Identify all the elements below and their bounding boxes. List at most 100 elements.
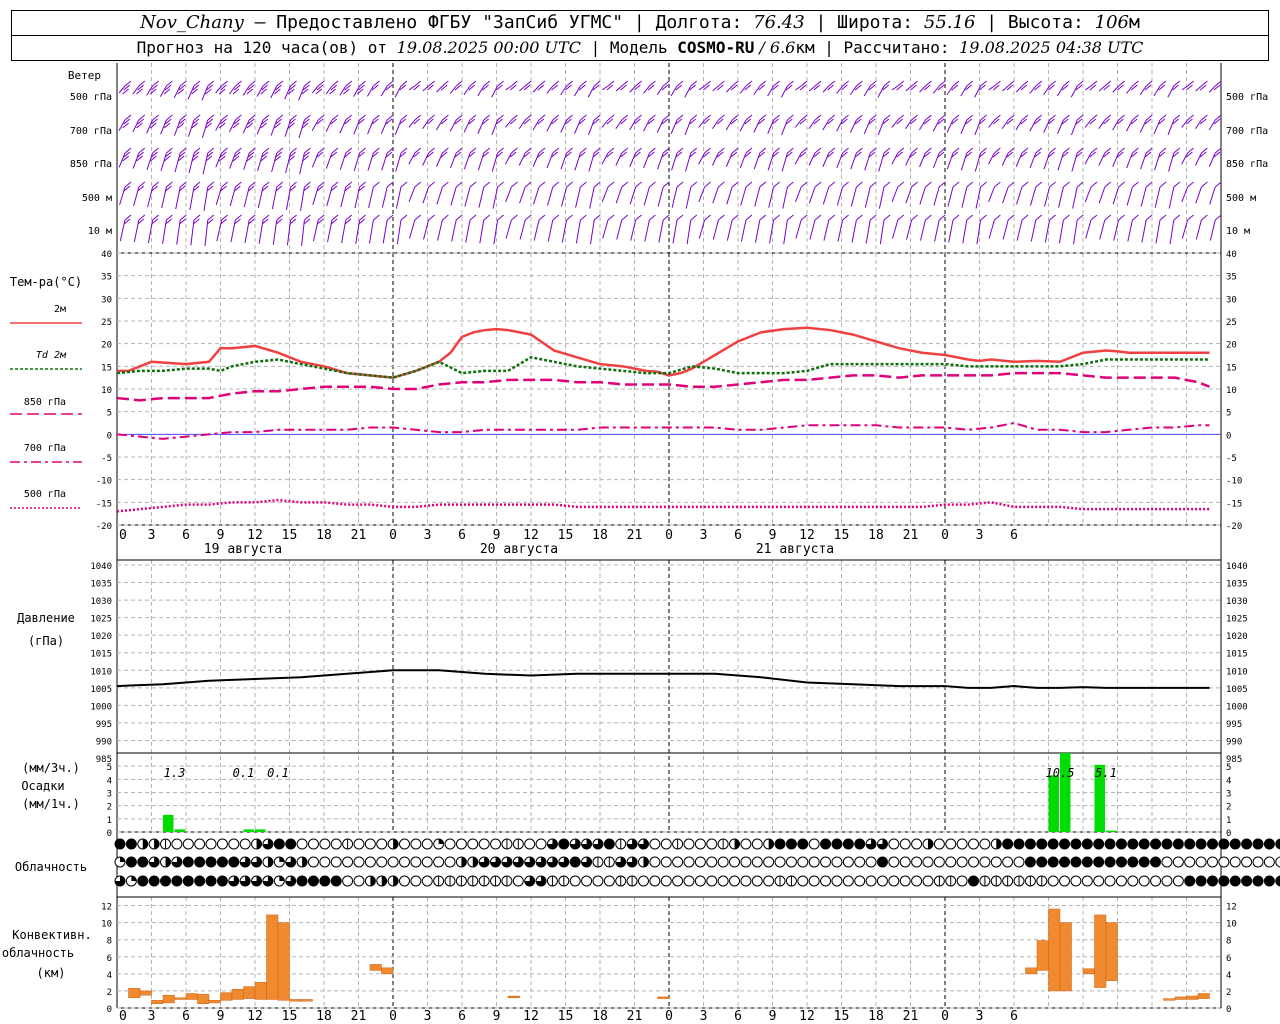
wind-barb-feather — [1201, 147, 1208, 154]
wind-barb — [808, 80, 822, 92]
wind-barb-feather — [1214, 80, 1222, 87]
cloud-title: Облачность — [15, 860, 87, 874]
cloud-symbol-ring — [1115, 875, 1127, 887]
wind-barb-staff — [946, 119, 954, 133]
cloud-symbol-ring — [990, 856, 1002, 868]
wind-barb-feather — [1118, 114, 1125, 121]
wind-barb — [783, 214, 794, 245]
wind-barb-staff — [1015, 152, 1023, 167]
precip-ytick-right: 2 — [1226, 803, 1231, 813]
cloud-symbol — [740, 856, 752, 868]
wind-barb-staff — [754, 219, 761, 243]
cloud-symbol-ring — [694, 838, 706, 850]
cloud-symbol-ring — [296, 838, 308, 850]
cloud-symbol — [319, 838, 331, 850]
cloud-symbol-full — [1264, 839, 1275, 849]
cloud-symbol — [1115, 838, 1127, 850]
cloud-symbol — [353, 875, 365, 887]
wind-barb-feather — [1007, 80, 1015, 87]
cloud-symbol — [1070, 856, 1082, 868]
wind-barb — [382, 214, 394, 244]
wind-barb — [505, 214, 518, 239]
cloud-symbol-ring — [216, 838, 228, 850]
pres-ytick-right: 1000 — [1226, 702, 1248, 712]
wind-barb-feather — [566, 80, 573, 87]
wind-barb-staff — [753, 119, 761, 133]
cloud-symbol — [956, 838, 968, 850]
cloud-symbol — [273, 856, 285, 868]
wind-barb — [477, 80, 491, 97]
temp-series-3 — [116, 421, 1210, 440]
cloud-symbol-ring — [740, 838, 752, 850]
wind-barb-staff — [367, 152, 374, 171]
cloud-symbol — [1206, 856, 1218, 868]
wind-barb — [932, 147, 946, 169]
wind-barb-staff — [601, 186, 609, 203]
wind-barb-feather — [911, 147, 918, 154]
wind-barb-feather — [1118, 80, 1125, 87]
conv-x-tick-label: 0 — [389, 1009, 397, 1024]
wind-barb-staff — [367, 119, 374, 135]
wind-barb — [1029, 114, 1043, 132]
wind-barb — [780, 80, 794, 98]
wind-barb — [1154, 147, 1167, 171]
cloud-symbol — [615, 838, 627, 850]
cloud-symbol — [865, 838, 877, 850]
wind-barb-feather — [235, 80, 242, 87]
wind-barb — [644, 214, 656, 242]
wind-barb-feather — [580, 114, 587, 121]
wind-barb — [629, 181, 642, 205]
wind-barb — [300, 181, 311, 211]
wind-barb-staff — [449, 152, 457, 169]
cloud-symbol-ring — [410, 838, 422, 850]
wind-barb — [339, 80, 353, 96]
wind-barb-feather — [386, 181, 394, 188]
wind-barb-feather — [716, 118, 724, 125]
wind-barb-feather — [621, 80, 629, 87]
wind-barb — [850, 80, 863, 96]
wind-barb-staff — [450, 186, 457, 206]
wind-barb-staff — [1073, 219, 1078, 245]
wind-barb-feather — [331, 147, 339, 154]
cloud-symbol-full — [1230, 876, 1241, 886]
cloud-symbol-ring — [706, 856, 718, 868]
wind-barb-staff — [932, 152, 940, 169]
wind-barb — [1112, 181, 1125, 205]
cloud-symbol-full — [228, 857, 239, 867]
cloud-symbol — [626, 838, 638, 850]
wind-barb-staff — [823, 219, 830, 241]
wind-barb-staff — [463, 119, 471, 133]
cloud-symbol — [729, 875, 741, 887]
wind-barb — [422, 181, 435, 204]
cloud-symbol — [524, 838, 536, 850]
wind-barb — [561, 181, 573, 207]
conv-bar — [1036, 940, 1049, 971]
cloud-symbol — [865, 856, 877, 868]
cloud-symbol-ring — [1161, 875, 1173, 887]
cloud-symbol — [455, 856, 467, 868]
cloud-symbol-full — [1218, 839, 1229, 849]
cloud-symbol-ring — [865, 875, 877, 887]
wind-barb — [176, 214, 187, 245]
wind-barb-staff — [685, 186, 692, 209]
wind-barb — [257, 147, 270, 172]
wind-barb-feather — [952, 181, 960, 188]
wind-barb-feather — [980, 114, 987, 121]
wind-barb-staff — [532, 152, 540, 167]
wind-barb — [284, 114, 297, 137]
conv-bar — [128, 988, 141, 999]
wind-barb-feather — [649, 214, 656, 221]
wind-barb — [408, 80, 422, 91]
wind-barb — [243, 147, 256, 170]
cloud-symbol — [854, 838, 866, 850]
wind-barb-feather — [745, 147, 753, 154]
wind-barb-staff — [1002, 186, 1009, 204]
wind-barb-staff — [863, 119, 871, 134]
cloud-symbol — [1002, 838, 1014, 850]
wind-barb-feather — [1118, 214, 1125, 221]
cloud-symbol — [842, 856, 854, 868]
cloud-symbol-ring — [717, 856, 729, 868]
wind-barb — [353, 147, 366, 172]
wind-barb-feather — [690, 214, 698, 221]
cloud-symbol-ring — [444, 838, 456, 850]
